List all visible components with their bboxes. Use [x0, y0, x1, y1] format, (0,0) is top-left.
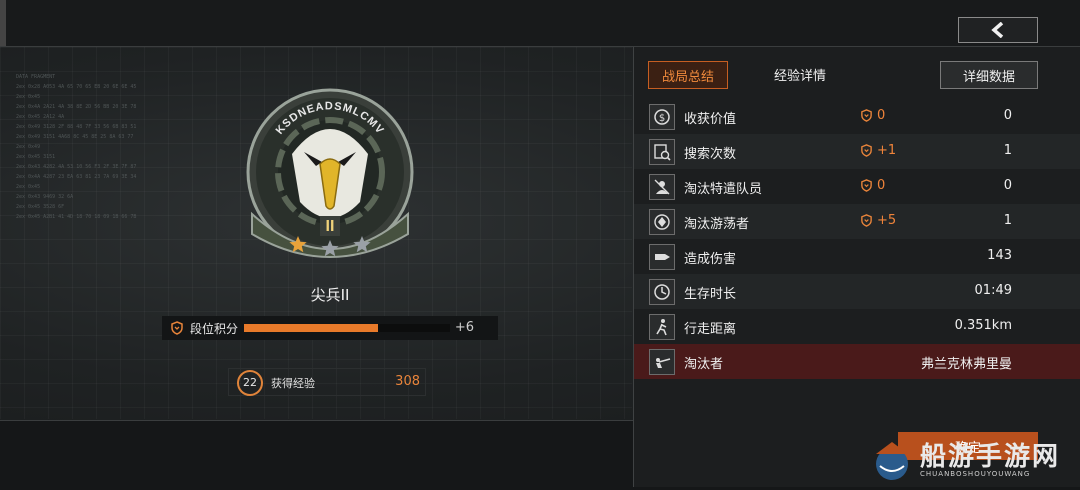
- stat-row: 生存时长 01:49: [634, 274, 1080, 309]
- tab-match-summary[interactable]: 战局总结: [648, 61, 728, 89]
- hud-line: 2ex 0x45 3151: [16, 154, 56, 160]
- hud-line: DATA FRAGMENT: [16, 74, 56, 80]
- rank-score-bar-fill: [244, 324, 378, 332]
- stat-row: 淘汰特遣队员 0 0: [634, 169, 1080, 204]
- watermark-logo-icon: [876, 442, 908, 480]
- experience-row: 22 获得经验 308: [228, 368, 426, 396]
- rank-shield-icon: [171, 321, 183, 335]
- stat-bonus-value: +1: [877, 143, 897, 158]
- match-summary-panel: 战局总结 经验详情 详细数据 $ 收获价值 0 0 搜索次数 +1 1 淘汰特遣队员 0 0 淘汰游…: [633, 47, 1080, 487]
- hud-line: 2ex 0x43 4282 4A 53 10 56 F3 2F 3E 7F 87: [16, 164, 137, 170]
- stat-value: 0: [1003, 178, 1012, 193]
- clock-icon: [649, 279, 675, 305]
- stat-value: 1: [1003, 213, 1012, 228]
- hud-line: 2ex 0x49 3128 2F 88 48 7F 33 56 6B 83 51: [16, 124, 137, 130]
- back-button[interactable]: [958, 17, 1038, 43]
- stat-row: 行走距离 0.351km: [634, 309, 1080, 344]
- stat-row: 淘汰游荡者 +5 1: [634, 204, 1080, 239]
- squad-eliminate-icon: [649, 174, 675, 200]
- hud-line: 2ex 0x43 9469 32 6A: [16, 194, 74, 200]
- stat-name: 搜索次数: [684, 147, 737, 162]
- hud-line: 2ex 0x49 3151 4A68 8C 45 8E 25 8A 63 77: [16, 134, 134, 140]
- rank-emblem: II KSDNEADSMLCMV: [246, 88, 414, 258]
- hud-line: 2ex 0x49: [16, 144, 41, 150]
- hud-line: 2ex 0x4A 4287 23 EA 63 81 23 7A 69 3E 34: [16, 174, 137, 180]
- stats-list: $ 收获价值 0 0 搜索次数 +1 1 淘汰特遣队员 0 0 淘汰游荡者 +5 1 造成伤害 143 生存时…: [634, 99, 1080, 379]
- stat-name: 生存时长: [684, 287, 737, 302]
- dollar-icon: $: [649, 104, 675, 130]
- watermark-subtitle: CHUANBOSHOUYOUWANG: [920, 470, 1031, 478]
- hud-line: 2ex 0x45 3528 6F: [16, 204, 65, 210]
- stat-name: 造成伤害: [684, 252, 737, 267]
- stat-name: 收获价值: [684, 112, 737, 127]
- emblem-numeral: II: [326, 218, 335, 235]
- stat-row: 造成伤害 143: [634, 239, 1080, 274]
- svg-text:$: $: [659, 113, 665, 124]
- walking-icon: [649, 314, 675, 340]
- rank-score-label: 段位积分: [190, 321, 239, 336]
- rank-score-row: 段位积分 +6: [162, 316, 498, 340]
- stat-bonus-value: 0: [877, 178, 886, 193]
- stat-value: 143: [987, 248, 1012, 263]
- stat-bonus-value: +5: [877, 213, 897, 228]
- chevron-left-icon: [991, 22, 1004, 38]
- stat-value: 0.351km: [954, 318, 1012, 333]
- top-bar: [0, 0, 1080, 47]
- eagle-head-icon: [292, 129, 368, 218]
- hud-line: 2ex 0x45 2A12 4A: [16, 114, 65, 120]
- stat-bonus: +5: [860, 213, 896, 228]
- stat-value: 0: [1003, 108, 1012, 123]
- watermark: 船游手游网 CHUANBOSHOUYOUWANG: [868, 434, 1078, 486]
- stat-row: $ 收获价值 0 0: [634, 99, 1080, 134]
- stat-row: 搜索次数 +1 1: [634, 134, 1080, 169]
- rank-shield-icon: [861, 144, 872, 157]
- stat-value: 弗兰克林弗里曼: [920, 357, 1012, 372]
- rank-score-bar: [244, 324, 450, 332]
- hud-line: 2ex 0x45: [16, 94, 41, 100]
- stat-row: 淘汰者 弗兰克林弗里曼: [634, 344, 1080, 379]
- stat-name: 淘汰游荡者: [684, 217, 750, 232]
- stat-name: 淘汰特遣队员: [684, 182, 763, 197]
- watermark-title: 船游手游网: [920, 442, 1061, 472]
- wanderer-eliminate-icon: [649, 209, 675, 235]
- rank-name: 尖兵II: [310, 286, 350, 304]
- hud-data-text: DATA FRAGMENT 2ex 0x28 A053 4A 65 70 65 E…: [16, 72, 136, 222]
- bullet-icon: [649, 244, 675, 270]
- stat-bonus: +1: [860, 143, 896, 158]
- stat-name: 淘汰者: [684, 357, 724, 372]
- stat-value: 01:49: [974, 283, 1012, 298]
- stat-bonus-value: 0: [877, 108, 886, 123]
- stat-value: 1: [1003, 143, 1012, 158]
- rank-score-delta: +6: [454, 320, 474, 335]
- hud-line: 2ex 0x4A 2A21 4A 38 8E 2D 56 BB 20 3E 78: [16, 104, 137, 110]
- top-bar-accent: [0, 0, 6, 46]
- detailed-data-button[interactable]: 详细数据: [940, 61, 1038, 89]
- rank-shield-icon: [861, 109, 872, 122]
- player-level-badge: 22: [237, 370, 263, 396]
- experience-value: 308: [395, 374, 420, 389]
- rank-shield-icon: [861, 179, 872, 192]
- rank-shield-icon: [861, 214, 872, 227]
- rifleman-icon: [649, 349, 675, 375]
- search-doc-icon: [649, 139, 675, 165]
- stat-bonus: 0: [860, 178, 885, 193]
- stat-bonus: 0: [860, 108, 885, 123]
- hud-line: 2ex 0x45 A2B1 41 4D 18 70 18 09 1B 66 7B: [16, 214, 137, 220]
- tab-experience-details[interactable]: 经验详情: [774, 61, 826, 87]
- stat-name: 行走距离: [684, 322, 737, 337]
- hud-line: 2ex 0x28 A053 4A 65 70 65 EB 20 6E 6E 45: [16, 84, 137, 90]
- experience-label: 获得经验: [271, 377, 315, 390]
- hud-line: 2ex 0x45: [16, 184, 41, 190]
